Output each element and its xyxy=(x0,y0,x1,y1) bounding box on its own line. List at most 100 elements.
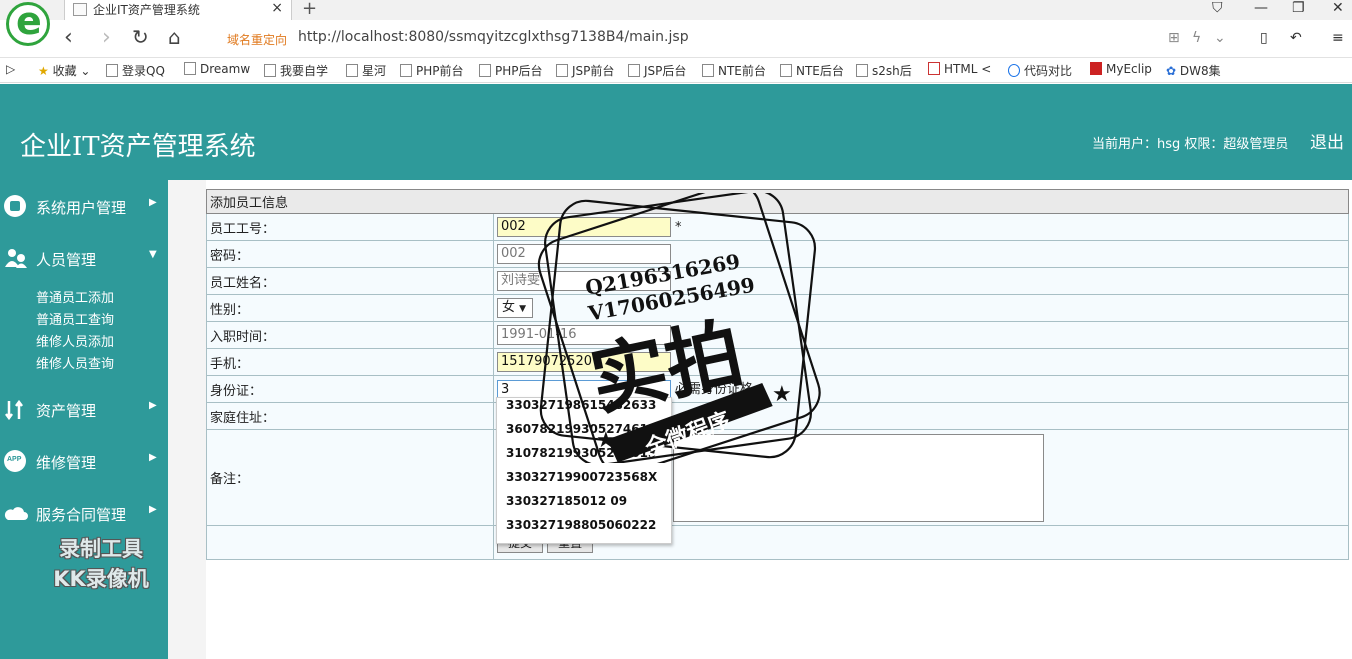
minimize-icon[interactable]: — xyxy=(1254,0,1268,16)
label-address: 家庭住址： xyxy=(206,402,494,430)
sidebar-item-label: 服务合同管理 xyxy=(36,506,127,524)
page-icon xyxy=(780,64,792,77)
star-icon: ★ xyxy=(772,382,792,407)
label-emp-no: 员工工号： xyxy=(206,213,494,241)
submenu-add-repairer[interactable]: 维修人员添加 xyxy=(36,331,114,350)
page-icon xyxy=(556,64,568,77)
reload-icon[interactable]: ↻ xyxy=(132,25,149,49)
label-phone: 手机： xyxy=(206,348,494,376)
page-icon xyxy=(1008,64,1020,77)
sidebar-item-label: 系统用户管理 xyxy=(36,199,127,217)
chevron-right-icon: ▶ xyxy=(149,197,157,208)
page-icon xyxy=(106,64,118,77)
chevron-right-icon: ▶ xyxy=(149,504,157,515)
sidebar-item-maintenance[interactable]: APP 维修管理 ▶ xyxy=(0,446,168,476)
autocomplete-item[interactable]: 330327198805060222 xyxy=(497,518,671,542)
label-password: 密码： xyxy=(206,240,494,268)
bookmarks-bar: ▷ ★ 收藏 ⌄ 登录QQ Dreamw 我要自学 星河 PHP前台 PHP后台… xyxy=(0,58,1352,83)
recorder-watermark: 录制工具 KK录像机 xyxy=(34,534,168,594)
chevron-down-icon[interactable]: ⌄ xyxy=(1214,30,1226,46)
label-name: 员工姓名： xyxy=(206,267,494,295)
stamp-watermark: Q2196316269 V17060256499 实拍 全微程序 ★ ★ xyxy=(537,193,821,463)
paw-icon: ✿ xyxy=(1166,64,1177,78)
new-tab-icon[interactable]: + xyxy=(302,0,317,19)
redirect-label: 域名重定向 xyxy=(227,33,288,47)
lightning-icon[interactable]: ϟ xyxy=(1192,30,1201,46)
bookmark-item[interactable]: 我要自学 xyxy=(264,62,328,79)
bookmark-item[interactable]: 登录QQ xyxy=(106,62,165,79)
label-notes: 备注： xyxy=(206,429,494,526)
submenu-query-repairer[interactable]: 维修人员查询 xyxy=(36,353,114,372)
cloud-icon xyxy=(4,502,28,524)
user-group-icon xyxy=(4,247,27,269)
menu-icon[interactable]: ≡ xyxy=(1332,30,1344,46)
sidebar-item-label: 资产管理 xyxy=(36,402,97,420)
monitor-icon xyxy=(4,195,26,217)
bookmark-item[interactable]: NTE前台 xyxy=(702,62,766,79)
bookmark-item[interactable]: ✿ DW8集 xyxy=(1166,62,1221,79)
watermark-line: 录制工具 xyxy=(59,537,143,561)
autocomplete-item[interactable]: 330327185012 09 xyxy=(497,494,671,518)
sidebar-item-personnel[interactable]: 人员管理 ▼ xyxy=(0,243,168,273)
tab-favicon-icon xyxy=(73,3,87,16)
app-header: 企业IT资产管理系统 当前用户：hsg 权限：超级管理员 退出 xyxy=(0,84,1352,180)
undo-icon[interactable]: ↶ xyxy=(1290,30,1302,46)
reader-icon[interactable]: ▯ xyxy=(1260,30,1268,46)
page-icon xyxy=(400,64,412,77)
chevron-down-icon: ▼ xyxy=(149,249,157,260)
sidebar-item-label: 人员管理 xyxy=(36,251,97,269)
page-icon xyxy=(1090,62,1102,75)
window-close-icon[interactable]: ✕ xyxy=(1332,0,1344,16)
sidebar-item-label: 维修管理 xyxy=(36,454,97,472)
bookmark-item[interactable]: PHP后台 xyxy=(479,62,543,79)
bookmark-item[interactable]: 代码对比 xyxy=(1008,62,1072,79)
shirt-skin-icon[interactable]: ⛉ xyxy=(1212,0,1223,16)
sidebar: 系统用户管理 ▶ 人员管理 ▼ 普通员工添加 普通员工查询 维修人员添加 维修人… xyxy=(0,180,168,659)
home-icon[interactable]: ⌂ xyxy=(168,25,181,49)
address-bar: ‹ › ↻ ⌂ 域名重定向 http://localhost:8080/ssmq… xyxy=(0,20,1352,58)
chevron-right-icon: ▶ xyxy=(149,452,157,463)
back-icon[interactable]: ‹ xyxy=(64,25,73,50)
label-hire-date: 入职时间： xyxy=(206,321,494,349)
submenu-add-employee[interactable]: 普通员工添加 xyxy=(36,287,114,306)
watermark-line: KK录像机 xyxy=(53,567,149,591)
browser-logo-icon[interactable]: e xyxy=(6,0,50,46)
bookmark-item[interactable]: JSP前台 xyxy=(556,62,614,79)
restore-icon[interactable]: ❐ xyxy=(1292,0,1305,16)
tab-close-icon[interactable]: × xyxy=(271,0,283,16)
bookmark-item[interactable]: ★ 收藏 ⌄ xyxy=(38,62,90,79)
page-icon xyxy=(856,64,868,77)
bookmark-item[interactable]: 星河 xyxy=(346,62,386,79)
app-title: 企业IT资产管理系统 xyxy=(20,132,256,162)
bookmark-item[interactable]: HTML < xyxy=(928,62,991,76)
bookmark-item[interactable]: PHP前台 xyxy=(400,62,464,79)
page-icon xyxy=(928,62,940,75)
browser-tab[interactable]: 企业IT资产管理系统 × xyxy=(64,0,292,20)
page-icon xyxy=(346,64,358,77)
logout-link[interactable]: 退出 xyxy=(1310,128,1344,153)
bookmark-item[interactable]: s2sh后 xyxy=(856,62,912,79)
autocomplete-item[interactable]: 33032719900723568X xyxy=(497,470,671,494)
page-icon xyxy=(479,64,491,77)
sidebar-item-service-contracts[interactable]: 服务合同管理 ▶ xyxy=(0,498,168,528)
bookmark-item[interactable]: MyEclip xyxy=(1090,62,1152,76)
grid-icon[interactable]: ⊞ xyxy=(1168,30,1180,46)
bookmark-item[interactable]: JSP后台 xyxy=(628,62,686,79)
user-info: 当前用户：hsg 权限：超级管理员 xyxy=(1092,137,1289,152)
submenu-query-employee[interactable]: 普通员工查询 xyxy=(36,309,114,328)
browser-titlebar: 企业IT资产管理系统 × + ⛉ — ❐ ✕ xyxy=(0,0,1352,20)
sidebar-item-assets[interactable]: 资产管理 ▶ xyxy=(0,394,168,424)
url-input[interactable]: http://localhost:8080/ssmqyitzcglxthsg71… xyxy=(298,29,689,45)
bookmark-item[interactable]: NTE后台 xyxy=(780,62,844,79)
label-gender: 性别： xyxy=(206,294,494,322)
gender-value: 女 xyxy=(502,300,516,315)
caret-down-icon: ▼ xyxy=(519,304,527,314)
sidebar-item-system-users[interactable]: 系统用户管理 ▶ xyxy=(0,191,168,221)
bookmark-item[interactable]: Dreamw xyxy=(184,62,250,76)
forward-icon[interactable]: › xyxy=(102,25,111,50)
star-icon: ★ xyxy=(38,64,49,78)
star-icon: ★ xyxy=(596,428,616,453)
content-gutter xyxy=(168,180,206,659)
tab-title: 企业IT资产管理系统 xyxy=(93,3,200,17)
bookmarks-toggle-icon[interactable]: ▷ xyxy=(6,62,15,76)
